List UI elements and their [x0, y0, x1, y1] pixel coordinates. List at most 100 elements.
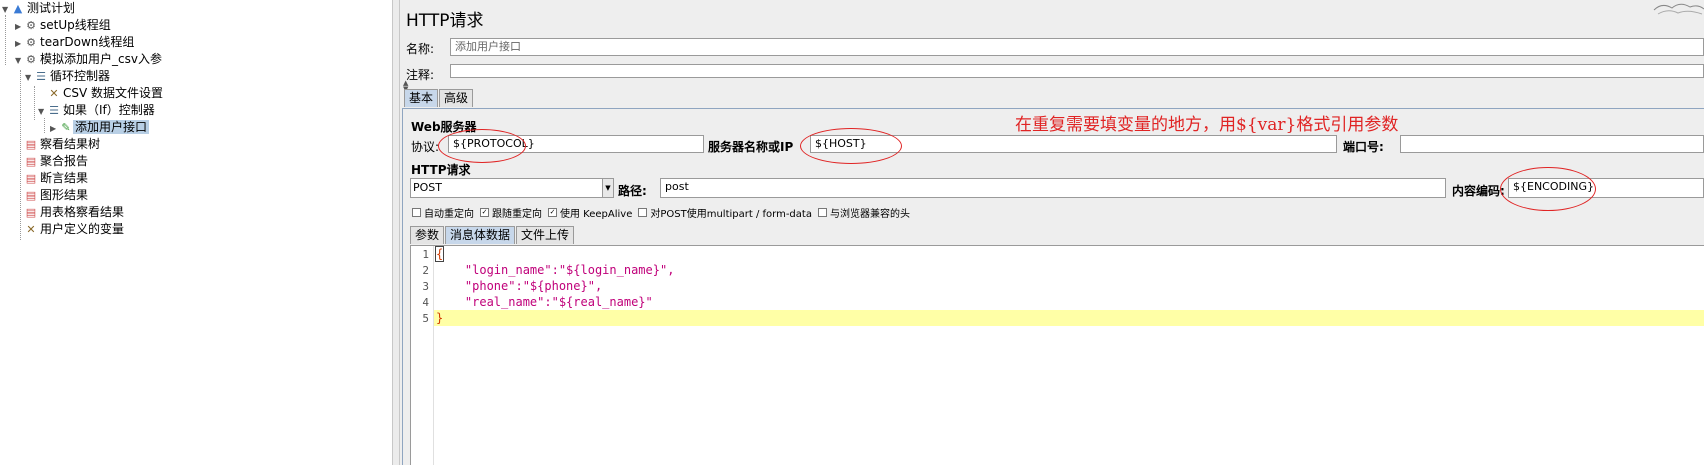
tree-item-label: 用表格察看结果: [40, 205, 125, 219]
comment-input[interactable]: [450, 64, 1704, 78]
line-number: 4: [422, 296, 429, 309]
tree-item-setup-thread-group[interactable]: ▶ ⚙ setUp线程组: [15, 17, 113, 34]
test-plan-icon: ▲: [13, 2, 23, 15]
port-input[interactable]: [1400, 135, 1704, 153]
expand-toggle-icon[interactable]: ▼: [15, 52, 24, 69]
code-line: "login_name":"${login_name}",: [436, 263, 675, 277]
tree-item-thread-group-csv[interactable]: ▼ ⚙ 模拟添加用户_csv入参: [15, 51, 164, 68]
report-icon: ▤: [25, 206, 37, 219]
report-icon: ▤: [25, 155, 37, 168]
tree-item-assertion-results[interactable]: ▤ 断言结果: [15, 170, 90, 187]
sampler-pencil-icon: ✎: [61, 121, 71, 134]
body-data-editor[interactable]: 1 2 3 4 5 { "login_name":"${login_name}"…: [410, 245, 1704, 465]
line-number: 1: [422, 248, 429, 261]
gear-icon: ⚙: [26, 53, 36, 66]
tree-item-label: 模拟添加用户_csv入参: [40, 52, 162, 66]
tab-body-data[interactable]: 消息体数据: [445, 226, 516, 244]
report-icon: ▤: [25, 189, 37, 202]
tree-connector: [44, 118, 45, 133]
server-label: 服务器名称或IP: [708, 140, 794, 154]
http-request-section-title: HTTP请求: [411, 163, 471, 177]
tree-item-label: 图形结果: [40, 188, 89, 202]
tree-item-label: 添加用户接口: [73, 120, 150, 134]
pane-splitter[interactable]: [393, 0, 400, 465]
gear-icon: ⚙: [26, 19, 36, 32]
tree-item-aggregate-report[interactable]: ▤ 聚合报告: [15, 153, 90, 170]
protocol-label: 协议:: [411, 140, 440, 154]
tree-connector: [5, 15, 6, 65]
tree-item-view-results-tree[interactable]: ▤ 察看结果树: [15, 136, 102, 153]
line-number: 3: [422, 280, 429, 293]
tree-item-label: setUp线程组: [40, 18, 111, 32]
code-line: {: [434, 246, 445, 262]
expand-toggle-icon[interactable]: ▼: [2, 1, 11, 18]
highlight-ellipse: [438, 129, 526, 163]
name-input[interactable]: 添加用户接口: [450, 38, 1704, 56]
code-line: "phone":"${phone}",: [436, 279, 603, 293]
tree-item-add-user-api[interactable]: ▶ ✎ 添加用户接口: [50, 119, 150, 137]
tab-basic[interactable]: 基本: [404, 89, 439, 107]
multipart-checkbox[interactable]: 对POST使用multipart / form-data: [638, 205, 812, 220]
port-label: 端口号:: [1343, 140, 1384, 154]
decoration-icon: [1653, 3, 1704, 15]
chevron-down-icon[interactable]: ▼: [602, 179, 613, 197]
tree-item-label: CSV 数据文件设置: [63, 86, 164, 100]
checkbox-box[interactable]: ✓: [480, 208, 489, 217]
line-number-gutter: [411, 246, 434, 465]
tree-item-test-plan[interactable]: ▼ ▲ 测试计划: [2, 0, 77, 17]
tree-item-if-controller[interactable]: ▼ ☰ 如果（If）控制器: [38, 102, 157, 119]
tree-item-label: 测试计划: [27, 1, 76, 15]
tree-item-table-results[interactable]: ▤ 用表格察看结果: [15, 204, 126, 221]
checkbox-box[interactable]: [412, 208, 421, 217]
code-line: "real_name":"${real_name}": [436, 295, 653, 309]
checkbox-box[interactable]: [817, 208, 827, 217]
code-line: }: [436, 311, 444, 325]
method-select[interactable]: POST ▼: [410, 178, 614, 198]
test-plan-tree[interactable]: ▼ ▲ 测试计划 ▶ ⚙ setUp线程组 ▶ ⚙ tearDown线程组 ▼ ⚙ 模拟添加用户…: [0, 0, 393, 465]
name-label: 名称:: [406, 42, 435, 56]
tree-item-label: 断言结果: [40, 171, 89, 185]
expand-toggle-icon[interactable]: ▼: [25, 69, 34, 86]
collapsed-toggle-icon[interactable]: ▶: [15, 18, 24, 35]
encoding-label: 内容编码:: [1452, 184, 1505, 198]
gear-icon: ⚙: [26, 36, 36, 49]
tree-item-loop-controller[interactable]: ▼ ☰ 循环控制器: [25, 68, 112, 85]
tree-item-graph-results[interactable]: ▤ 图形结果: [15, 187, 90, 204]
controller-icon: ☰: [49, 104, 59, 117]
config-element-icon: ✕: [49, 87, 59, 100]
collapse-divider[interactable]: ▲▼: [400, 80, 1704, 93]
config-element-icon: ✕: [26, 223, 36, 236]
checkbox-box[interactable]: [638, 208, 648, 217]
collapsed-toggle-icon[interactable]: ▶: [50, 120, 59, 137]
auto-redirect-checkbox[interactable]: 自动重定向: [412, 205, 474, 220]
page-title: HTTP请求: [406, 11, 484, 31]
highlight-ellipse: [1500, 167, 1596, 211]
collapsed-toggle-icon[interactable]: ▶: [15, 35, 24, 52]
body-tabs: 参数 消息体数据 文件上传: [410, 226, 575, 244]
controller-icon: ☰: [36, 70, 46, 83]
tab-parameters[interactable]: 参数: [410, 226, 445, 244]
tree-item-teardown-thread-group[interactable]: ▶ ⚙ tearDown线程组: [15, 34, 136, 51]
tab-advanced[interactable]: 高级: [439, 89, 474, 107]
highlight-ellipse: [800, 128, 902, 164]
tree-item-label: 用户定义的变量: [40, 222, 125, 236]
options-checkbox-row: 自动重定向 ✓ 跟随重定向 ✓ 使用 KeepAlive 对POST使用multip…: [412, 205, 916, 220]
checkbox-box[interactable]: ✓: [548, 208, 557, 217]
line-number: 2: [422, 264, 429, 277]
checkbox-label: 对POST使用multipart / form-data: [650, 209, 812, 220]
tree-item-label: 循环控制器: [50, 69, 111, 83]
expand-toggle-icon[interactable]: ▼: [38, 103, 47, 120]
report-icon: ▤: [25, 138, 37, 151]
follow-redirect-checkbox[interactable]: ✓ 跟随重定向: [480, 205, 542, 220]
keepalive-checkbox[interactable]: ✓ 使用 KeepAlive: [548, 205, 632, 220]
current-line-highlight: [434, 310, 1704, 326]
path-input[interactable]: post: [660, 178, 1446, 198]
tree-item-user-defined-vars[interactable]: ✕ 用户定义的变量: [15, 221, 126, 238]
annotation-note: 在重复需要填变量的地方，用${var}格式引用参数: [1015, 115, 1399, 135]
http-request-panel: HTTP请求 名称: 添加用户接口 注释: ▲▼ 基本 高级 Web服务器 在重…: [400, 0, 1704, 465]
browser-headers-checkbox[interactable]: 与浏览器兼容的头: [817, 205, 910, 220]
tree-item-csv-data-set[interactable]: ✕ CSV 数据文件设置: [38, 85, 165, 102]
tab-file-upload[interactable]: 文件上传: [516, 226, 575, 244]
checkbox-label: 使用 KeepAlive: [560, 209, 633, 220]
checkbox-label: 自动重定向: [424, 209, 474, 220]
